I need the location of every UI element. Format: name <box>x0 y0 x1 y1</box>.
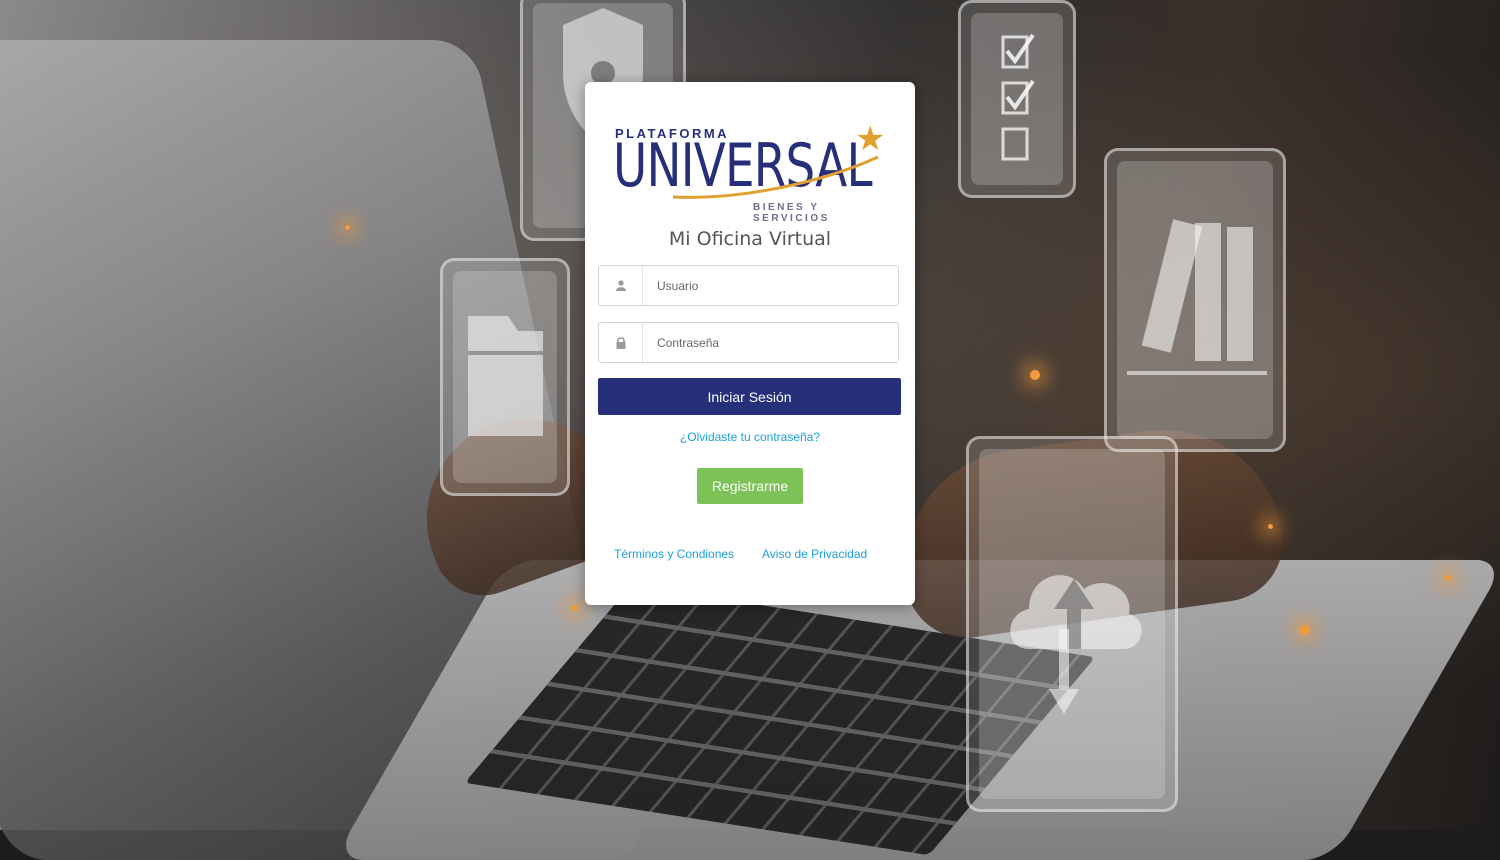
page-title: Mi Oficina Virtual <box>668 228 832 250</box>
glow-particle <box>345 225 350 230</box>
holo-documents-panel <box>1104 148 1286 452</box>
logo-swoosh <box>673 155 879 199</box>
checklist-icon <box>1001 33 1035 161</box>
glow-particle <box>1445 575 1451 581</box>
star-icon: ★ <box>855 119 886 159</box>
privacy-link[interactable]: Aviso de Privacidad <box>762 547 867 561</box>
holo-folder-panel <box>440 258 570 496</box>
brand-logo: PLATAFORMA UNIVERSAL ★ BIENES Y SERVICIO… <box>613 119 893 224</box>
password-field <box>598 322 899 363</box>
glow-particle <box>1030 370 1040 380</box>
terms-link[interactable]: Términos y Condiones <box>614 547 734 561</box>
glow-particle <box>572 605 578 611</box>
lock-icon <box>599 323 643 362</box>
binders-icon <box>1127 219 1267 375</box>
logo-sub-text: BIENES Y SERVICIOS <box>753 202 830 224</box>
folder-icon <box>468 316 543 436</box>
cloud-upload-icon <box>1010 575 1142 714</box>
glow-particle <box>1268 524 1273 529</box>
holo-cloud-panel <box>966 436 1178 812</box>
password-input[interactable] <box>657 323 887 362</box>
username-input[interactable] <box>657 266 887 305</box>
register-button[interactable]: Registrarme <box>697 468 803 504</box>
user-icon <box>599 266 643 305</box>
login-card: PLATAFORMA UNIVERSAL ★ BIENES Y SERVICIO… <box>585 82 915 605</box>
holo-checklist-panel <box>958 0 1076 198</box>
glow-particle <box>1300 625 1310 635</box>
username-field <box>598 265 899 306</box>
login-button[interactable]: Iniciar Sesión <box>598 378 901 415</box>
forgot-password-link[interactable]: ¿Olvidaste tu contraseña? <box>585 430 915 444</box>
